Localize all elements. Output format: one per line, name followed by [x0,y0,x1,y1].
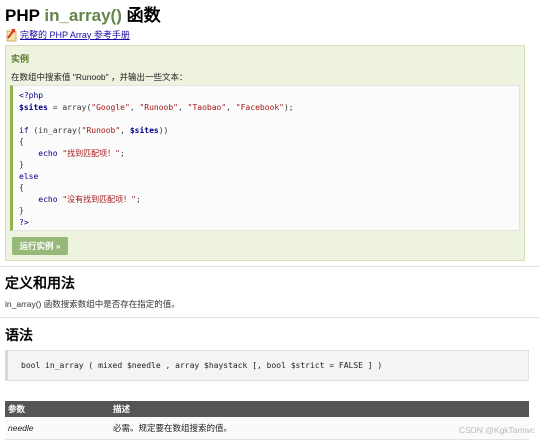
code-line: <?php [19,91,44,100]
param-name: needle [5,417,110,440]
syntax-heading: 语法 [5,327,33,343]
code-block: <?php $sites = array("Google", "Runoob", … [10,85,520,231]
definition-heading: 定义和用法 [5,275,75,291]
divider [0,317,539,318]
page-title: PHP in_array() 函数 [5,1,161,26]
code-line: if (in_array("Runoob", $sites)) [19,125,169,135]
example-description: 在数组中搜索值 "Runoob" ，并输出一些文本： [11,72,188,82]
code-line: { [19,183,24,192]
example-box: 实例 在数组中搜索值 "Runoob" ，并输出一些文本： <?php $site… [5,45,525,261]
title-function: in_array() [44,6,122,25]
column-header-desc: 描述 [110,401,529,417]
code-line: ?> [19,217,29,227]
title-suffix: 函数 [121,6,161,25]
manual-link-row: 完整的 PHP Array 参考手册 [5,26,130,42]
code-line: echo "没有找到匹配项！"; [38,194,141,204]
table-header-row: 参数 描述 [5,401,529,417]
example-title: 实例 [11,54,30,64]
syntax-code: bool in_array ( mixed $needle , array $h… [5,350,529,381]
code-line: } [19,160,24,169]
table-row: needle 必需。规定要在数组搜索的值。 [5,417,529,440]
code-line: { [19,137,24,146]
arrow-link-icon [5,26,19,42]
column-header-param: 参数 [5,401,110,417]
code-line: } [19,206,24,215]
title-prefix: PHP [5,6,45,25]
watermark: CSDN @KgkTamwc [458,425,535,435]
run-example-button[interactable]: 运行实例 » [12,237,68,255]
divider [0,266,539,267]
definition-text: in_array() 函数搜索数组中是否存在指定的值。 [5,299,180,309]
code-line: $sites = array("Google", "Runoob", "Taob… [19,102,294,112]
full-reference-link[interactable]: 完整的 PHP Array 参考手册 [20,28,130,41]
parameter-table: 参数 描述 needle 必需。规定要在数组搜索的值。 [5,401,529,440]
code-line: else [19,171,39,181]
code-line: echo "找到匹配项！"; [38,148,125,158]
